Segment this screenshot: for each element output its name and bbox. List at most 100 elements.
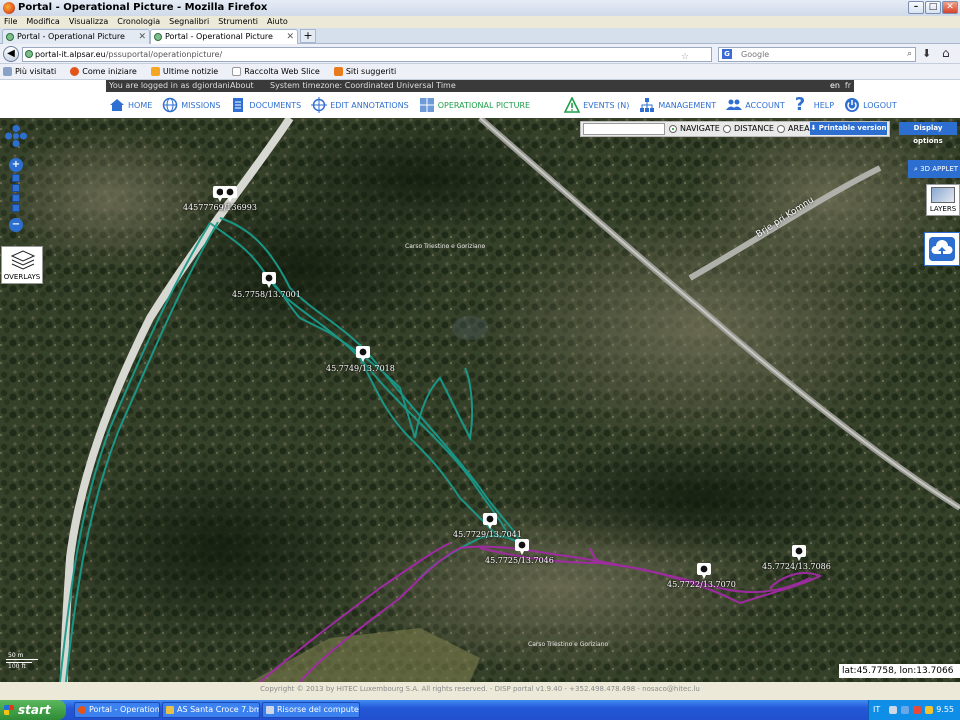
menu-cronologia[interactable]: Cronologia (117, 16, 160, 28)
waypoint-label: 45.7729/13.7041 (453, 530, 522, 539)
bookmark-ultime-notizie[interactable]: Ultime notizie (150, 64, 218, 79)
input-language[interactable]: IT (873, 700, 880, 720)
nav-missions[interactable]: MISSIONS (162, 97, 220, 113)
navigate-label[interactable]: NAVIGATE (680, 122, 720, 136)
power-icon (845, 98, 860, 112)
zoom-in-button[interactable]: + (9, 158, 23, 172)
nav-label: HELP (813, 100, 835, 110)
area-mode-label[interactable]: AREA (788, 122, 810, 136)
menu-segnalibri[interactable]: Segnalibri (169, 16, 209, 28)
nav-operational-picture[interactable]: OPERATIONAL PICTURE (419, 97, 530, 113)
taskbar-item-firefox[interactable]: Portal - Operational P... (74, 702, 160, 718)
pan-control-icon[interactable] (5, 125, 27, 147)
bookmark-siti-suggeriti[interactable]: Siti suggeriti (333, 64, 397, 79)
tab-close-icon[interactable]: ✕ (138, 30, 146, 44)
nav-management[interactable]: MANAGEMENT (639, 97, 716, 113)
zoom-level-step[interactable] (12, 174, 20, 182)
nav-help[interactable]: ? HELP (794, 94, 835, 115)
taskbar-item-image[interactable]: AS Santa Croce 7.bm... (162, 702, 260, 718)
map-scale: 50 m 100 ft (6, 652, 66, 670)
nav-account[interactable]: ACCOUNT (726, 97, 785, 113)
distance-radio[interactable] (723, 125, 731, 133)
menu-visualizza[interactable]: Visualizza (69, 16, 108, 28)
map-view[interactable]: 44577769/136993 45.7758/13.7001 45.7749/… (0, 118, 960, 682)
waypoint-label: 45.7722/13.7070 (667, 580, 736, 589)
url-domain: portal-it.alpsar.eu (35, 50, 106, 59)
printable-version-button[interactable]: ⬇ Printable version (810, 122, 887, 135)
start-button[interactable]: start (0, 700, 66, 720)
minimize-button[interactable]: – (908, 1, 924, 14)
bookmark-come-iniziare[interactable]: Come iniziare (70, 64, 137, 79)
menu-aiuto[interactable]: Aiuto (267, 16, 288, 28)
url-bar[interactable]: portal-it.alpsar.eu/pssuportal/operation… (22, 47, 712, 62)
portal-favicon-icon (154, 33, 162, 41)
start-label: start (18, 703, 51, 717)
folder-icon (3, 67, 12, 76)
waypoint-marker-icon[interactable] (792, 545, 806, 561)
window-titlebar: Portal - Operational Picture - Mozilla F… (0, 0, 960, 16)
about-link[interactable]: About (230, 80, 254, 92)
3d-applet-button[interactable]: ⌕ 3D APPLET (908, 160, 960, 178)
bookmark-label: Siti suggeriti (345, 66, 397, 76)
cursor-coordinates: lat:45.7758, lon:13.7066 (839, 664, 960, 678)
close-window-button[interactable]: ✕ (942, 1, 958, 14)
area-label: Carso Triestino e Goriziano (528, 641, 609, 648)
area-radio[interactable] (777, 125, 785, 133)
bookmark-web-slice[interactable]: Raccolta Web Slice (232, 64, 320, 79)
overlays-label: OVERLAYS (3, 273, 41, 281)
menu-strumenti[interactable]: Strumenti (218, 16, 258, 28)
layers-button[interactable]: LAYERS (926, 184, 960, 216)
bookmark-piu-visitati[interactable]: Più visitati (3, 64, 56, 79)
overlays-button[interactable]: OVERLAYS (1, 246, 43, 284)
taskbar-item-computer[interactable]: Risorse del computer (262, 702, 360, 718)
nav-edit-annotations[interactable]: EDIT ANNOTATIONS (311, 97, 409, 113)
menu-file[interactable]: File (4, 16, 17, 28)
maximize-button[interactable]: □ (925, 1, 941, 14)
waypoint-marker-icon[interactable] (483, 513, 497, 529)
map-search-input[interactable] (583, 123, 665, 135)
waypoint-marker-icon[interactable] (262, 272, 276, 288)
zoom-level-step[interactable] (12, 194, 20, 202)
image-file-icon (166, 706, 174, 714)
question-icon: ? (794, 94, 806, 115)
tab-close-icon[interactable]: ✕ (286, 30, 294, 44)
waypoint-marker-icon[interactable] (223, 186, 237, 202)
lang-fr-link[interactable]: fr (845, 80, 851, 92)
volume-icon[interactable] (901, 706, 909, 714)
download-icon[interactable]: ⬇ (922, 47, 931, 60)
nav-documents[interactable]: DOCUMENTS (230, 97, 301, 113)
nav-label: MANAGEMENT (658, 100, 717, 110)
desktop: Portal - Operational Picture - Mozilla F… (0, 0, 960, 720)
zoom-level-step[interactable] (12, 184, 20, 192)
bookmark-star-icon[interactable]: ☆ (681, 51, 689, 64)
upload-button[interactable] (924, 232, 960, 266)
menu-modifica[interactable]: Modifica (26, 16, 59, 28)
scale-imperial: 100 ft (6, 662, 32, 670)
back-button[interactable]: ◀ (3, 46, 19, 62)
waypoint-marker-icon[interactable] (515, 539, 529, 555)
search-bar[interactable]: G Google ⌕ (718, 47, 916, 62)
update-icon[interactable] (925, 706, 933, 714)
rss-icon (150, 67, 160, 76)
search-icon[interactable]: ⌕ (907, 48, 912, 61)
google-icon[interactable]: G (722, 49, 732, 59)
lang-en-link[interactable]: en (830, 80, 840, 92)
zoom-level-step[interactable] (12, 204, 20, 212)
nav-home[interactable]: HOME (109, 97, 152, 113)
waypoint-marker-icon[interactable] (356, 346, 370, 362)
nav-events[interactable]: EVENTS (N) (564, 97, 629, 113)
nav-logout[interactable]: LOGOUT (844, 97, 897, 113)
site-identity-icon[interactable] (25, 50, 33, 58)
new-tab-button[interactable]: + (300, 29, 316, 43)
distance-label[interactable]: DISTANCE (734, 122, 774, 136)
security-icon[interactable] (913, 706, 921, 714)
waypoint-marker-icon[interactable] (697, 563, 711, 579)
display-options-button[interactable]: Display options (899, 122, 957, 145)
browser-home-icon[interactable]: ⌂ (942, 46, 950, 60)
tab-label: Portal - Operational Picture (17, 32, 125, 41)
tab-portal-1[interactable]: Portal - Operational Picture ✕ (2, 29, 150, 44)
tab-portal-2[interactable]: Portal - Operational Picture ✕ (150, 29, 298, 44)
navigate-radio[interactable] (669, 125, 677, 133)
network-icon[interactable] (889, 706, 897, 714)
zoom-out-button[interactable]: − (9, 218, 23, 232)
